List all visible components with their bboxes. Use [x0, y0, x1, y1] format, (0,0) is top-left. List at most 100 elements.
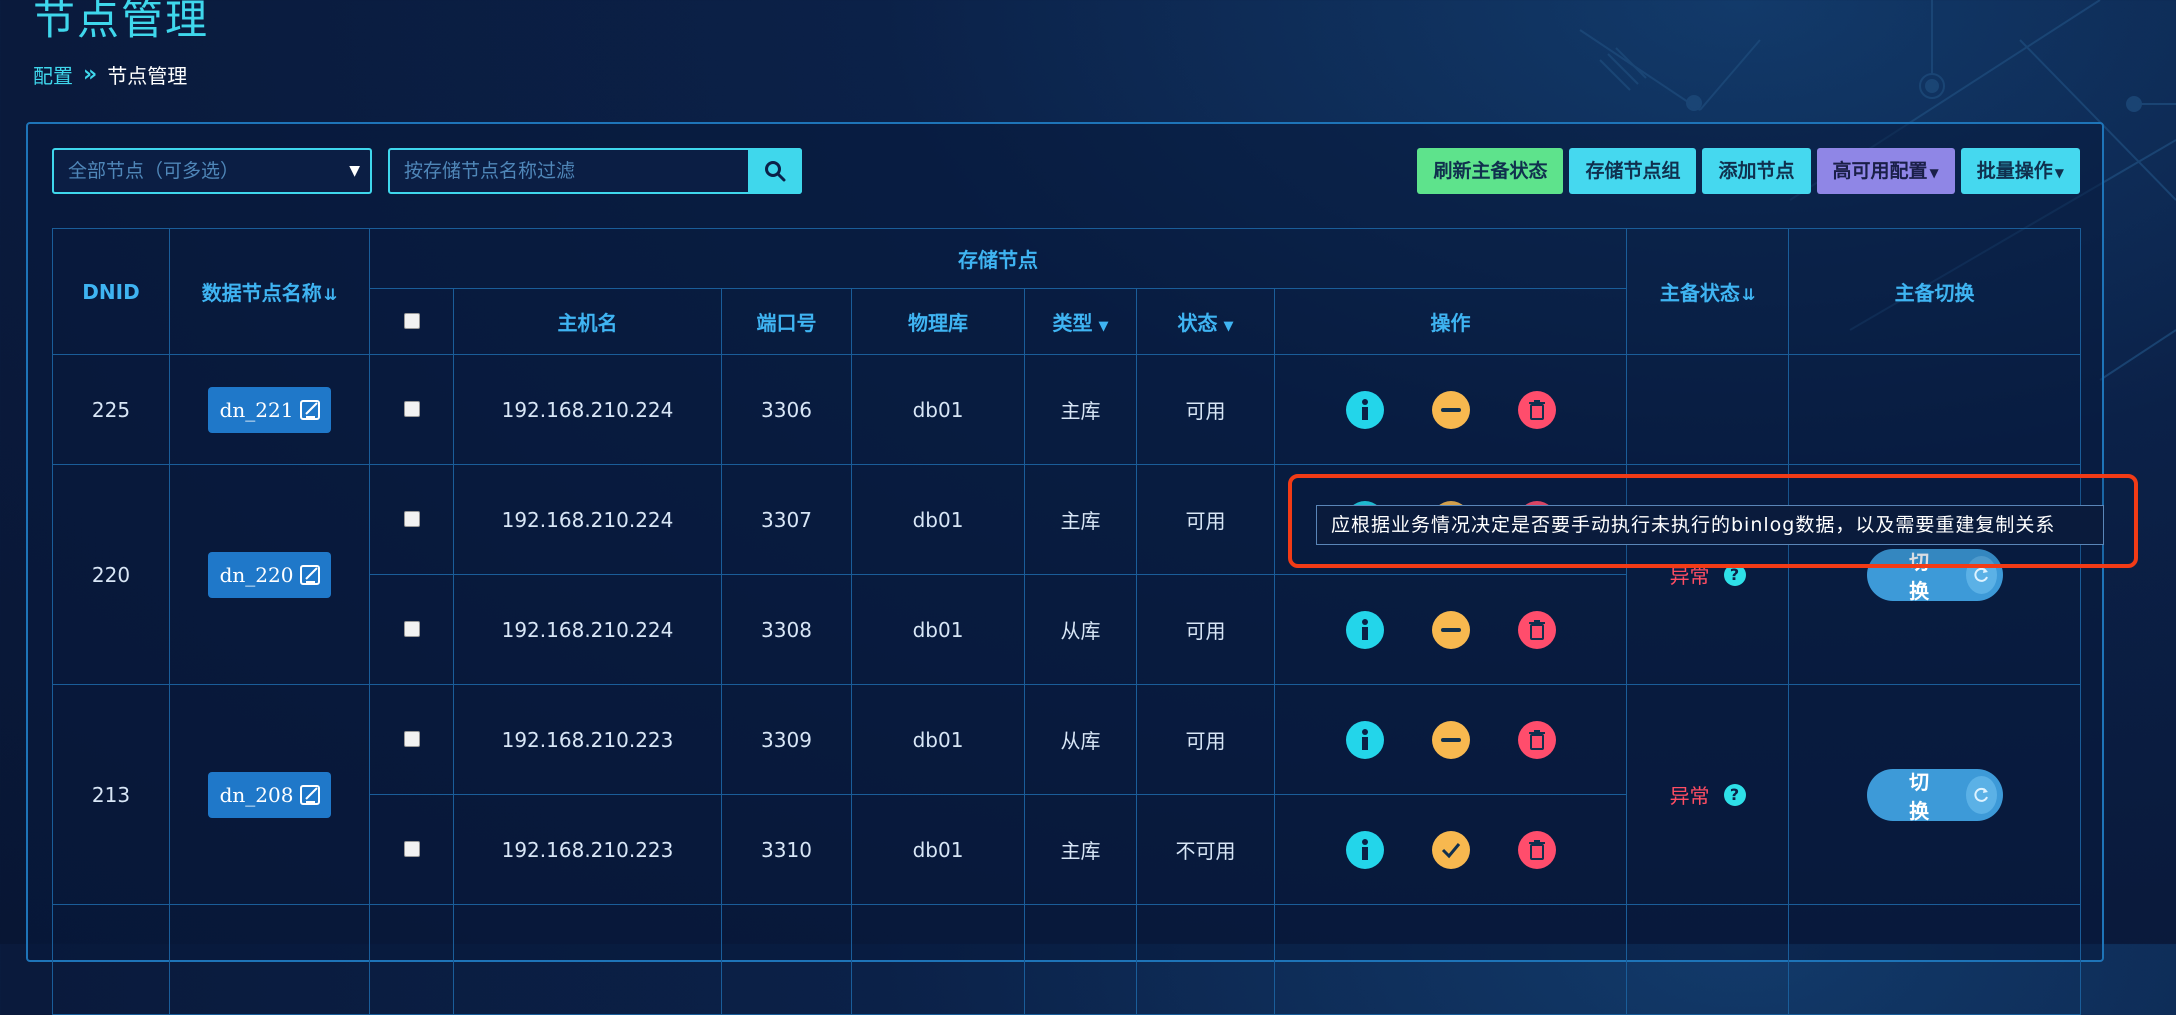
refresh-ms-state-button[interactable]: 刷新主备状态	[1417, 148, 1564, 194]
header-ms-switch: 主备切换	[1788, 228, 2082, 355]
check-icon[interactable]	[1431, 830, 1470, 869]
node-name-badge[interactable]: dn_220	[207, 551, 332, 598]
caret-down-icon: ▼	[1223, 319, 1234, 334]
ha-config-dropdown[interactable]: 高可用配置 ▼	[1816, 148, 1955, 194]
select-all-checkbox[interactable]	[403, 312, 420, 329]
port-cell: 3306	[721, 354, 852, 465]
breadcrumb-link-config[interactable]: 配置	[33, 60, 73, 89]
partial-row-cell	[52, 904, 170, 1015]
sort-icon[interactable]: ⇊	[324, 285, 337, 304]
name-cell: dn_221	[169, 354, 370, 465]
name-cell: dn_220	[169, 464, 370, 685]
node-filter-select-label: 全部节点（可多选）	[68, 160, 240, 182]
header-status[interactable]: 状态 ▼	[1136, 288, 1275, 355]
node-name-badge[interactable]: dn_208	[207, 771, 332, 818]
ops-cell	[1273, 794, 1628, 905]
header-ms-state[interactable]: 主备状态 ⇊	[1626, 228, 1790, 355]
db-cell: db01	[851, 574, 1025, 685]
header-type-label: 类型	[1052, 311, 1093, 335]
dnid-cell: 220	[52, 464, 170, 685]
row-checkbox-cell	[369, 464, 454, 575]
table-row	[52, 904, 2082, 1015]
storage-node-group-button[interactable]: 存储节点组	[1569, 148, 1697, 194]
row-checkbox-cell	[369, 354, 454, 465]
ops-cell	[1273, 574, 1628, 685]
type-cell: 主库	[1024, 464, 1137, 575]
refresh-icon	[1965, 775, 1997, 814]
partial-row-cell	[721, 904, 852, 1015]
type-cell: 主库	[1024, 794, 1137, 905]
breadcrumb-separator-icon: »	[83, 62, 98, 87]
info-icon[interactable]	[1345, 830, 1384, 869]
node-filter-select[interactable]: 全部节点（可多选） ▼	[52, 148, 372, 194]
edit-icon	[300, 784, 321, 805]
ms-state-cell	[1626, 354, 1790, 465]
status-cell: 可用	[1136, 684, 1275, 795]
port-cell: 3308	[721, 574, 852, 685]
port-cell: 3309	[721, 684, 852, 795]
row-checkbox-cell	[369, 574, 454, 685]
trash-icon[interactable]	[1517, 390, 1556, 429]
partial-row-cell	[851, 904, 1025, 1015]
switch-button[interactable]: 切 换	[1866, 768, 2003, 823]
partial-row-cell	[369, 904, 454, 1015]
header-status-label: 状态	[1177, 311, 1218, 335]
header-type[interactable]: 类型 ▼	[1024, 288, 1137, 355]
header-select-all	[369, 288, 454, 355]
caret-down-icon: ▼	[1098, 319, 1109, 334]
db-cell: db01	[851, 464, 1025, 575]
header-ops: 操作	[1273, 288, 1628, 355]
host-cell: 192.168.210.224	[453, 464, 722, 575]
node-table: DNID 数据节点名称 ⇊ 存储节点 主备状态 ⇊ 主备切换 主机名 端口号 物理库…	[52, 228, 2082, 1015]
toolbar: 刷新主备状态 存储节点组 添加节点 高可用配置 ▼ 批量操作 ▼	[1417, 148, 2080, 194]
partial-row-cell	[1273, 904, 1628, 1015]
row-checkbox[interactable]	[403, 620, 420, 637]
trash-icon[interactable]	[1517, 830, 1556, 869]
info-icon[interactable]	[1345, 610, 1384, 649]
minus-icon[interactable]	[1431, 720, 1470, 759]
breadcrumb: 配置 » 节点管理	[33, 60, 187, 89]
search-icon	[765, 161, 786, 182]
add-node-button[interactable]: 添加节点	[1702, 148, 1811, 194]
partial-row-cell	[1626, 904, 1790, 1015]
status-cell: 可用	[1136, 574, 1275, 685]
minus-icon[interactable]	[1431, 610, 1470, 649]
row-checkbox[interactable]	[403, 400, 420, 417]
search-box	[388, 148, 802, 194]
partial-row-cell	[169, 904, 370, 1015]
search-input[interactable]	[390, 150, 750, 192]
dnid-cell: 225	[52, 354, 170, 465]
sort-icon[interactable]: ⇊	[1742, 285, 1755, 304]
partial-row-cell	[453, 904, 722, 1015]
host-cell: 192.168.210.224	[453, 354, 722, 465]
header-host: 主机名	[453, 288, 722, 355]
question-icon[interactable]: ?	[1723, 783, 1746, 806]
row-checkbox[interactable]	[403, 730, 420, 747]
trash-icon[interactable]	[1517, 720, 1556, 759]
type-cell: 主库	[1024, 354, 1137, 465]
node-name: dn_220	[219, 562, 294, 587]
caret-down-icon: ▼	[1929, 166, 1939, 180]
breadcrumb-current: 节点管理	[107, 64, 188, 88]
ops-cell	[1273, 684, 1628, 795]
header-port: 端口号	[721, 288, 852, 355]
info-icon[interactable]	[1345, 720, 1384, 759]
type-cell: 从库	[1024, 684, 1137, 795]
node-name: dn_221	[219, 397, 294, 422]
status-cell: 可用	[1136, 464, 1275, 575]
ms-state-warning: 异常?	[1670, 780, 1746, 809]
node-name-badge[interactable]: dn_221	[207, 386, 332, 433]
info-icon[interactable]	[1345, 390, 1384, 429]
header-storage-group: 存储节点	[368, 228, 1628, 289]
row-checkbox-cell	[369, 684, 454, 795]
search-button[interactable]	[748, 148, 802, 194]
host-cell: 192.168.210.223	[453, 794, 722, 905]
ms-switch-cell: 切 换	[1788, 684, 2082, 905]
trash-icon[interactable]	[1517, 610, 1556, 649]
minus-icon[interactable]	[1431, 390, 1470, 429]
header-name[interactable]: 数据节点名称 ⇊	[169, 228, 370, 355]
row-checkbox[interactable]	[403, 510, 420, 527]
dnid-cell: 213	[52, 684, 170, 905]
batch-ops-dropdown[interactable]: 批量操作 ▼	[1960, 148, 2080, 194]
row-checkbox[interactable]	[403, 840, 420, 857]
